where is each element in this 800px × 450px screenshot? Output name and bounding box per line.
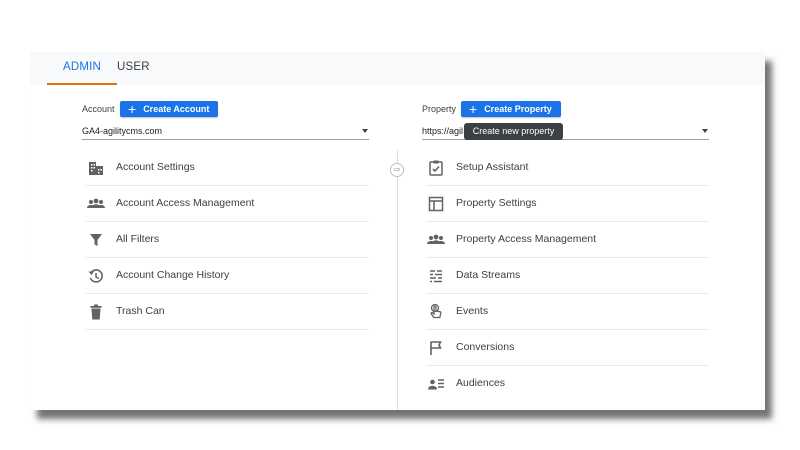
touch-icon — [426, 302, 446, 322]
account-change-history-label: Account Change History — [116, 269, 230, 281]
create-property-button[interactable]: + Create Property — [461, 101, 561, 117]
account-change-history-item[interactable]: Account Change History — [86, 258, 369, 294]
create-account-label: Create Account — [143, 104, 210, 114]
dropdown-caret-icon — [362, 129, 368, 133]
flag-icon — [426, 338, 446, 358]
property-access-management-item[interactable]: Property Access Management — [426, 222, 709, 258]
clipboard-check-icon — [426, 158, 446, 178]
account-settings-item[interactable]: Account Settings — [86, 150, 369, 186]
trash-can-label: Trash Can — [116, 305, 165, 317]
data-streams-icon — [426, 266, 446, 286]
setup-assistant-label: Setup Assistant — [456, 161, 529, 173]
data-streams-item[interactable]: Data Streams — [426, 258, 709, 294]
account-selected-value: GA4-agilitycms.com — [82, 126, 163, 136]
events-label: Events — [456, 305, 489, 317]
plus-icon: + — [128, 101, 137, 117]
tab-admin[interactable]: ADMIN — [47, 52, 117, 85]
column-divider — [397, 150, 398, 410]
tab-user[interactable]: USER — [117, 52, 150, 85]
account-access-management-item[interactable]: Account Access Management — [86, 186, 369, 222]
building-icon — [86, 158, 106, 178]
conversions-label: Conversions — [456, 341, 515, 353]
create-property-tooltip: Create new property — [464, 123, 563, 140]
property-label: Property — [422, 104, 457, 114]
admin-panel: ADMIN USER Account + Create Account GA4-… — [30, 52, 765, 410]
trash-icon — [86, 302, 106, 322]
account-settings-label: Account Settings — [116, 161, 195, 173]
tab-bar: ADMIN USER — [30, 52, 765, 85]
filter-icon — [86, 230, 106, 250]
create-property-label: Create Property — [484, 104, 552, 114]
arrow-switch-icon[interactable]: ⇨ — [390, 163, 404, 177]
people-icon — [426, 230, 446, 250]
all-filters-item[interactable]: All Filters — [86, 222, 369, 258]
property-settings-label: Property Settings — [456, 197, 537, 209]
account-label: Account — [82, 104, 115, 114]
setup-assistant-item[interactable]: Setup Assistant — [426, 150, 709, 186]
account-access-management-label: Account Access Management — [116, 197, 255, 209]
trash-can-item[interactable]: Trash Can — [86, 294, 369, 330]
history-icon — [86, 266, 106, 286]
account-selector[interactable]: GA4-agilitycms.com — [82, 124, 369, 140]
layout-icon — [426, 194, 446, 214]
audience-icon — [426, 374, 446, 394]
all-filters-label: All Filters — [116, 233, 160, 245]
data-streams-label: Data Streams — [456, 269, 521, 281]
events-item[interactable]: Events — [426, 294, 709, 330]
audiences-item[interactable]: Audiences — [426, 366, 709, 402]
conversions-item[interactable]: Conversions — [426, 330, 709, 366]
dropdown-caret-icon — [702, 129, 708, 133]
property-access-management-label: Property Access Management — [456, 233, 597, 245]
property-selected-value: https://agil — [422, 126, 464, 136]
create-account-button[interactable]: + Create Account — [120, 101, 219, 117]
plus-icon: + — [469, 101, 478, 117]
audiences-label: Audiences — [456, 377, 506, 389]
property-settings-item[interactable]: Property Settings — [426, 186, 709, 222]
people-icon — [86, 194, 106, 214]
